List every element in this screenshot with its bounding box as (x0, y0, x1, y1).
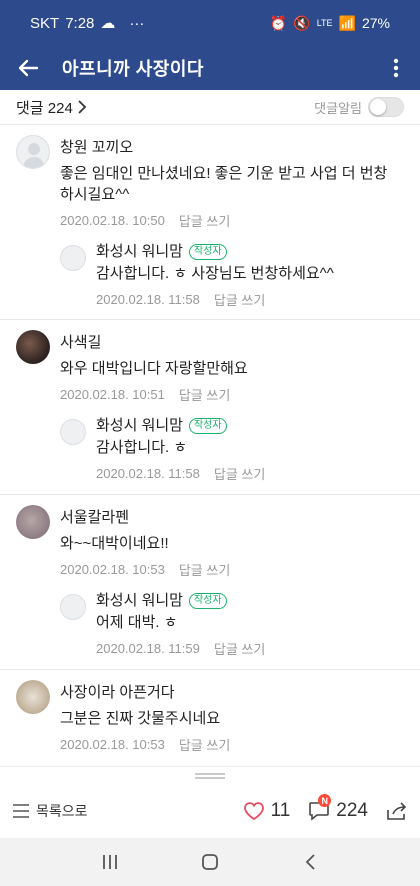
comment-date: 2020.02.18. 10:53 (60, 736, 165, 752)
comment-alarm-toggle[interactable] (368, 97, 404, 117)
comments-header: 댓글 224 댓글알림 (0, 90, 420, 124)
reply-text: 감사합니다. ㅎ (96, 439, 188, 456)
comment-date: 2020.02.18. 10:51 (60, 386, 165, 402)
nav-back-icon[interactable] (290, 842, 330, 882)
author-badge: 작성자 (188, 418, 227, 434)
heart-icon (243, 802, 264, 821)
status-time: 7:28 (65, 14, 95, 32)
reply-text: 어제 대박. ㅎ (96, 614, 178, 631)
avatar[interactable] (60, 245, 86, 271)
home-icon[interactable] (190, 842, 230, 882)
comment-button[interactable]: N 224 (308, 794, 368, 822)
comment-list: 창원 꼬끼오 좋은 임대인 만나셨네요! 좋은 기운 받고 사업 더 번창하시길… (0, 124, 420, 764)
mute-icon: 🔇 (293, 14, 311, 31)
comment-alarm-label: 댓글알림 (314, 100, 362, 116)
list-icon (13, 804, 29, 818)
recent-apps-icon[interactable] (90, 842, 130, 882)
avatar[interactable] (60, 419, 86, 445)
comment-author[interactable]: 사장이라 아픈거다 (60, 682, 420, 704)
author-badge: 작성자 (188, 244, 227, 260)
reply-author[interactable]: 화성시 워니맘 (96, 417, 183, 434)
more-notifications-icon: ··· (129, 14, 145, 32)
drag-handle[interactable] (0, 766, 420, 784)
avatar[interactable] (16, 330, 50, 364)
reply-date: 2020.02.18. 11:59 (96, 640, 200, 656)
share-icon (387, 802, 407, 820)
like-button[interactable]: 11 (243, 800, 291, 822)
reply-item: 화성시 워니맘 작성자 감사합니다. ㅎ 2020.02.18. 11:58 답글… (60, 403, 420, 482)
like-count: 11 (270, 800, 291, 821)
reply-date: 2020.02.18. 11:58 (96, 465, 200, 481)
comment-text: 그분은 진짜 갓물주시네요 (60, 710, 221, 727)
comment-item: 사색길 와우 대박입니다 자랑할만해요 2020.02.18. 10:51 답글… (0, 320, 420, 494)
cloud-icon: ☁ (100, 15, 116, 32)
comment-author[interactable]: 사색길 (60, 332, 420, 354)
lte-label: LTE (316, 18, 333, 28)
app-bar: 아프니까 사장이다 (0, 46, 420, 90)
comment-item: 서울칼라펜 와~~대박이네요!! 2020.02.18. 10:53 답글 쓰기… (0, 495, 420, 669)
reply-button[interactable]: 답글 쓰기 (179, 735, 230, 754)
avatar[interactable] (16, 135, 50, 169)
chevron-right-icon (78, 100, 87, 114)
carrier-label: SKT (30, 14, 60, 32)
reply-text: 감사합니다. ㅎ 사장님도 번창하세요^^ (96, 265, 334, 282)
battery-label: 27% (361, 15, 390, 31)
comment-text: 좋은 임대인 만나셨네요! 좋은 기운 받고 사업 더 번창하시길요^^ (60, 165, 388, 203)
comment-author[interactable]: 서울칼라펜 (60, 507, 420, 529)
bottom-action-bar: 목록으로 11 N 224 (0, 766, 420, 838)
reply-button[interactable]: 답글 쓰기 (179, 560, 230, 579)
author-badge: 작성자 (188, 593, 227, 609)
cafe-title: 아프니까 사장이다 (62, 59, 204, 79)
reply-button[interactable]: 답글 쓰기 (214, 464, 265, 483)
comment-item: 사장이라 아픈거다 그분은 진짜 갓물주시네요 2020.02.18. 10:5… (0, 670, 420, 764)
comment-text: 와우 대박입니다 자랑할만해요 (60, 360, 248, 377)
back-arrow-icon[interactable] (14, 54, 42, 82)
share-button[interactable] (386, 801, 408, 821)
comment-count: 224 (336, 800, 368, 821)
system-nav-bar (0, 838, 420, 886)
alarm-icon: ⏰ (269, 14, 288, 31)
reply-author[interactable]: 화성시 워니맘 (96, 243, 183, 260)
comment-alarm: 댓글알림 (314, 97, 404, 117)
comment-item: 창원 꼬끼오 좋은 임대인 만나셨네요! 좋은 기운 받고 사업 더 번창하시길… (0, 125, 420, 319)
comment-text: 와~~대박이네요!! (60, 535, 169, 552)
comment-count-link[interactable]: 댓글 224 (16, 97, 87, 118)
reply-button[interactable]: 답글 쓰기 (179, 385, 230, 404)
back-to-list-button[interactable]: 목록으로 (12, 801, 88, 821)
comment-author[interactable]: 창원 꼬끼오 (60, 137, 420, 159)
avatar[interactable] (16, 680, 50, 714)
avatar[interactable] (16, 505, 50, 539)
avatar[interactable] (60, 594, 86, 620)
signal-icon: 📶 (338, 14, 356, 31)
comment-date: 2020.02.18. 10:50 (60, 212, 165, 228)
comment-count-label: 댓글 224 (16, 99, 73, 117)
reply-button[interactable]: 답글 쓰기 (214, 639, 265, 658)
reply-item: 화성시 워니맘 작성자 감사합니다. ㅎ 사장님도 번창하세요^^ 2020.02… (60, 229, 420, 308)
back-to-list-label: 목록으로 (36, 803, 88, 819)
comment-date: 2020.02.18. 10:53 (60, 561, 165, 577)
reply-button[interactable]: 답글 쓰기 (214, 290, 265, 309)
more-vertical-icon[interactable] (386, 54, 406, 82)
status-bar: SKT 7:28 ☁ ··· ⏰ 🔇 LTE 📶 27% (0, 0, 420, 46)
reply-item: 화성시 워니맘 작성자 어제 대박. ㅎ 2020.02.18. 11:59 답글… (60, 578, 420, 657)
reply-button[interactable]: 답글 쓰기 (179, 211, 230, 230)
reply-date: 2020.02.18. 11:58 (96, 291, 200, 307)
reply-author[interactable]: 화성시 워니맘 (96, 592, 183, 609)
